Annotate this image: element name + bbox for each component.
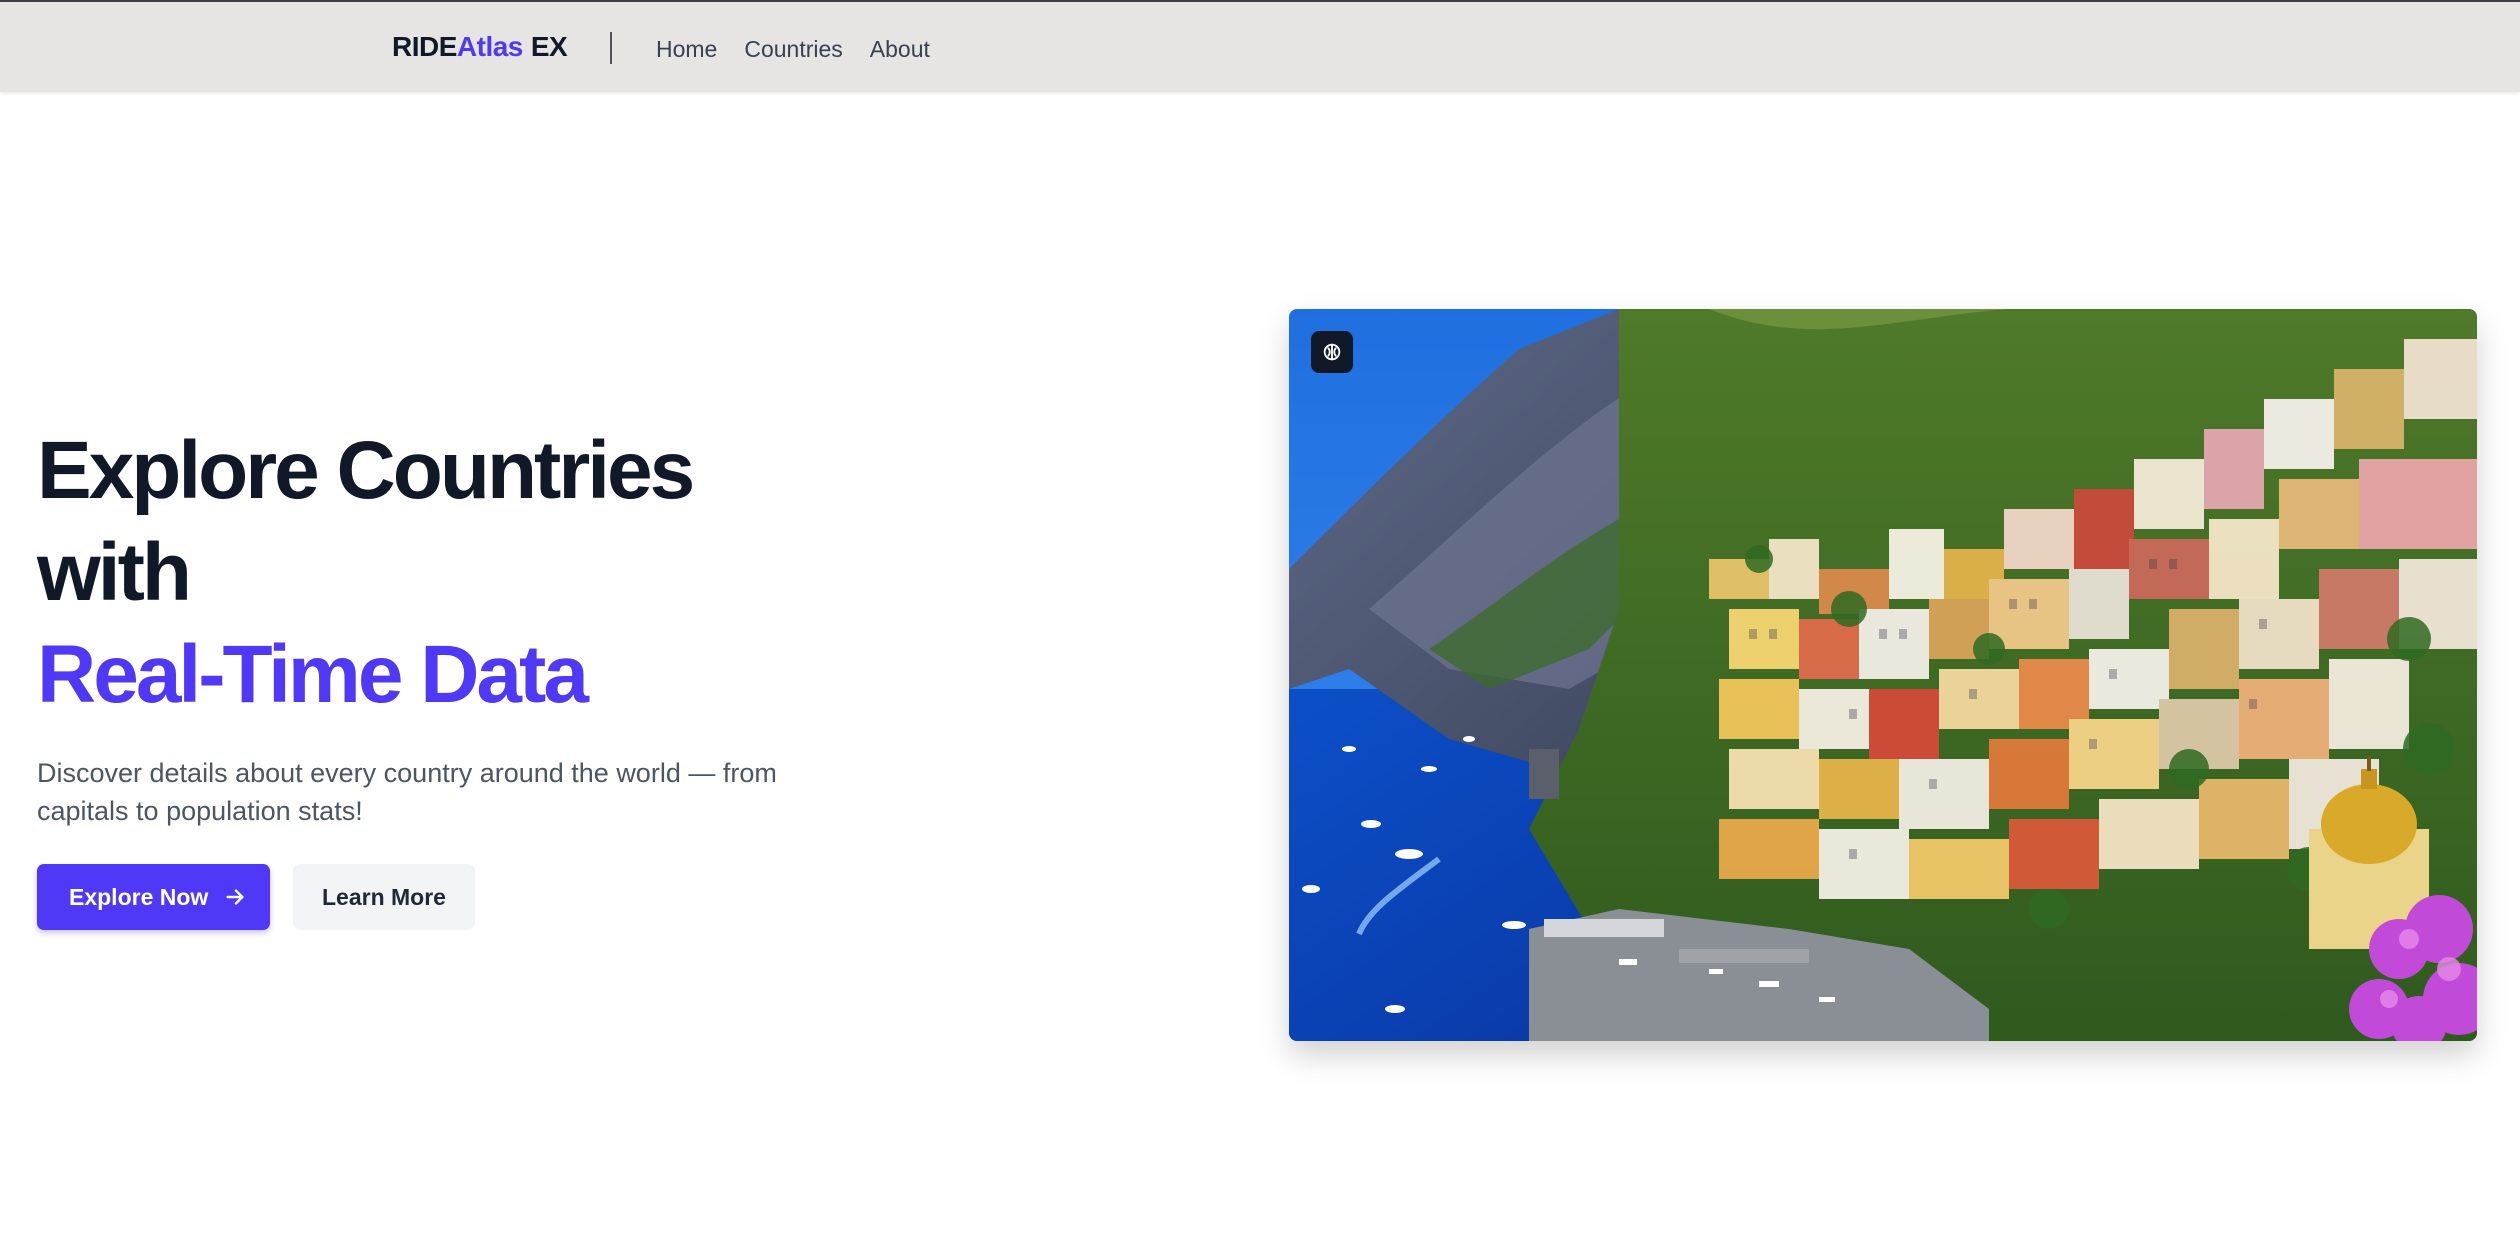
hero-title: Explore Countries with Real-Time Data [37,420,937,726]
coastal-town-illustration [1289,309,2477,1041]
learn-more-label: Learn More [322,883,446,910]
brain-icon[interactable] [1311,331,1353,373]
hero-description: Discover details about every country aro… [37,758,777,826]
explore-now-label: Explore Now [69,883,209,910]
learn-more-button[interactable]: Learn More [293,864,475,930]
hero-title-line-1: Explore Countries [37,425,695,516]
hero-title-line-2: with [37,527,192,618]
nav-link-about[interactable]: About [870,32,930,66]
brand-part-ride: RIDE [392,31,457,62]
brand-part-atlas: Atlas [456,31,523,62]
arrow-right-icon [224,886,246,908]
nav-divider [610,32,612,64]
hero-image [1289,309,2477,1041]
brand-part-ex: EX [530,31,568,62]
top-navbar: RIDEAtlas EX Home Countries About [0,0,2520,92]
nav-links: Home Countries About [656,32,930,66]
hero-actions: Explore Now Learn More [37,864,475,930]
brand-logo[interactable]: RIDEAtlas EX [392,30,568,64]
nav-link-home[interactable]: Home [656,32,717,66]
explore-now-button[interactable]: Explore Now [37,864,270,930]
nav-link-countries[interactable]: Countries [744,32,842,66]
hero-title-highlight: Real-Time Data [37,629,589,720]
